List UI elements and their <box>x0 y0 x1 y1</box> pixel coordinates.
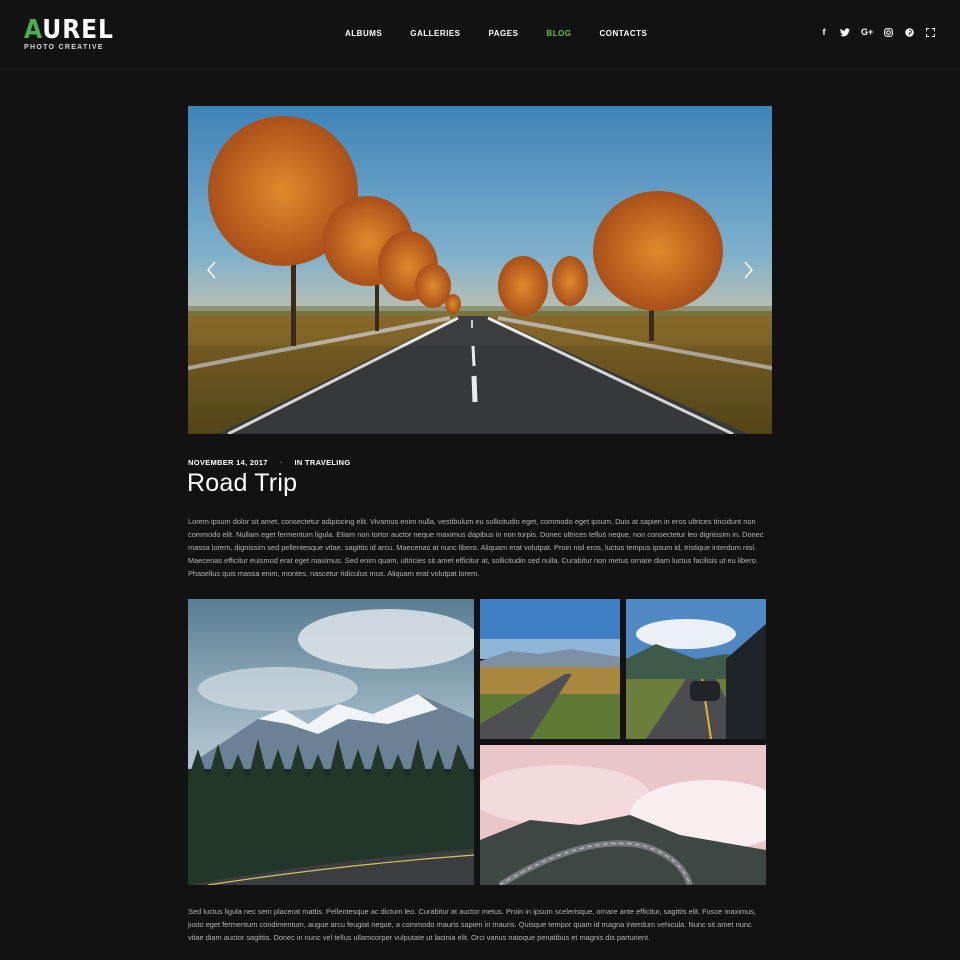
pinterest-icon[interactable] <box>905 27 915 37</box>
logo-wordmark: AUREL <box>24 15 114 45</box>
gallery-image-car-mirror[interactable] <box>626 599 766 739</box>
fullscreen-icon[interactable] <box>926 27 936 37</box>
featured-image-slider[interactable] <box>188 106 772 434</box>
social-links: f G+ <box>819 27 936 37</box>
nav-item-contacts[interactable]: CONTACTS <box>600 29 648 38</box>
meta-separator: · <box>279 458 283 467</box>
nav-item-albums[interactable]: ALBUMS <box>345 29 382 38</box>
slider-prev-arrow[interactable] <box>202 256 222 284</box>
post-date[interactable]: NOVEMBER 14, 2017 <box>188 458 268 467</box>
slider-next-arrow[interactable] <box>738 256 758 284</box>
road-trip-photo <box>188 106 772 434</box>
post-paragraph-1: Lorem ipsum dolor sit amet, consectetur … <box>188 517 764 578</box>
site-header: AUREL PHOTO CREATIVE ALBUMS GALLERIES PA… <box>0 0 960 69</box>
gallery-image-mountains[interactable] <box>188 599 474 885</box>
instagram-icon[interactable] <box>884 27 894 37</box>
nav-item-galleries[interactable]: GALLERIES <box>410 29 460 38</box>
twitter-icon[interactable] <box>840 27 850 37</box>
post-paragraph-2: Sed luctus ligula nec sem placerat matti… <box>188 907 756 942</box>
post-category[interactable]: IN TRAVELING <box>295 458 351 467</box>
google-plus-icon[interactable]: G+ <box>861 27 873 37</box>
post-meta: NOVEMBER 14, 2017 · IN TRAVELING <box>188 458 351 467</box>
nav-item-pages[interactable]: PAGES <box>489 29 519 38</box>
nav-item-blog[interactable]: BLOG <box>546 29 571 38</box>
main-nav: ALBUMS GALLERIES PAGES BLOG CONTACTS <box>345 29 675 38</box>
gallery-image-country-road[interactable] <box>480 599 620 739</box>
logo[interactable]: AUREL PHOTO CREATIVE <box>24 17 124 51</box>
logo-tagline: PHOTO CREATIVE <box>24 44 104 51</box>
facebook-icon[interactable]: f <box>819 27 829 37</box>
gallery-image-cloud-road[interactable] <box>480 745 766 885</box>
post-title: Road Trip <box>187 469 298 497</box>
